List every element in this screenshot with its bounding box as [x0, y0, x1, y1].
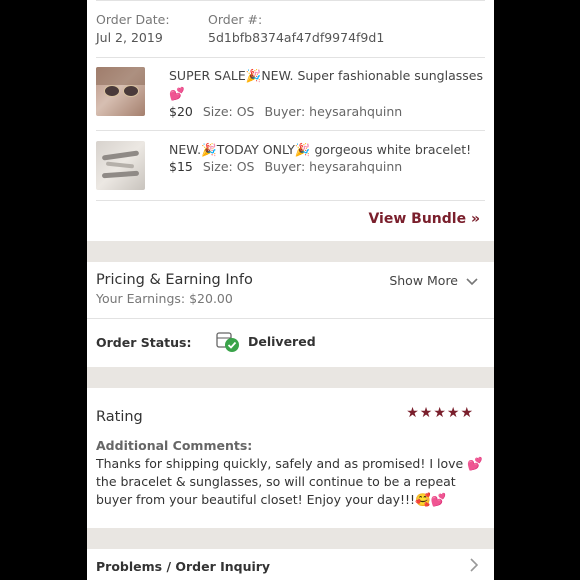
section-separator	[87, 367, 494, 388]
item-price: $15	[169, 159, 193, 174]
item-thumbnail	[96, 141, 145, 190]
section-separator	[87, 528, 494, 549]
item-buyer: Buyer: heysarahquinn	[264, 159, 403, 174]
additional-comments-label: Additional Comments:	[96, 438, 253, 453]
delivered-package-icon	[216, 332, 239, 352]
order-details-screen: Order Date: Jul 2, 2019 Order #: 5d1bfb8…	[87, 0, 494, 580]
item-meta: $15 Size: OS Buyer: heysarahquinn	[169, 159, 402, 174]
rating-title: Rating	[96, 409, 143, 425]
section-separator	[87, 241, 494, 262]
order-status-value: Delivered	[248, 334, 316, 349]
rating-stars: ★★★★★	[406, 405, 474, 421]
divider	[96, 200, 485, 201]
order-date-label: Order Date:	[96, 12, 170, 27]
item-title: SUPER SALE🎉NEW. Super fashionable sungla…	[169, 68, 483, 101]
item-thumbnail	[96, 67, 145, 116]
pricing-title: Pricing & Earning Info	[96, 272, 253, 288]
chevron-down-icon	[466, 277, 478, 285]
order-number-value: 5d1bfb8374af47df9974f9d1	[208, 30, 385, 45]
divider	[96, 57, 485, 58]
item-size: Size: OS	[202, 104, 255, 119]
divider	[96, 130, 485, 131]
item-meta: $20 Size: OS Buyer: heysarahquinn	[169, 104, 402, 119]
order-date-value: Jul 2, 2019	[96, 30, 163, 45]
item-title: NEW.🎉TODAY ONLY🎉 gorgeous white bracelet…	[169, 142, 472, 157]
view-bundle-link[interactable]: View Bundle »	[368, 211, 480, 227]
show-more-button[interactable]: Show More	[389, 273, 478, 288]
order-status-label: Order Status:	[96, 335, 192, 350]
chevron-right-icon	[470, 558, 478, 572]
list-item[interactable]: SUPER SALE🎉NEW. Super fashionable sungla…	[96, 67, 485, 129]
list-item[interactable]: NEW.🎉TODAY ONLY🎉 gorgeous white bracelet…	[96, 141, 485, 203]
divider	[87, 318, 494, 319]
earnings-text: Your Earnings: $20.00	[96, 291, 233, 306]
item-size: Size: OS	[202, 159, 255, 174]
top-divider	[96, 0, 485, 1]
item-price: $20	[169, 104, 193, 119]
show-more-label: Show More	[389, 273, 459, 288]
order-number-label: Order #:	[208, 12, 263, 27]
problems-label: Problems / Order Inquiry	[96, 559, 271, 574]
rating-comment: Thanks for shipping quickly, safely and …	[96, 456, 483, 507]
item-buyer: Buyer: heysarahquinn	[264, 104, 403, 119]
